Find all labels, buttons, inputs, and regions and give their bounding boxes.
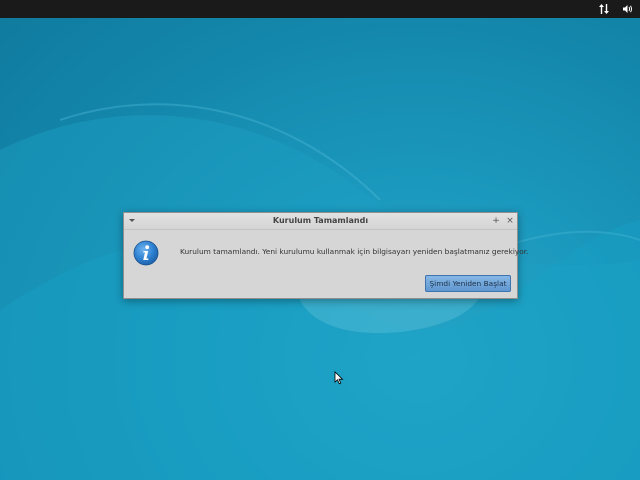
dialog-message: Kurulum tamamlandı. Yeni kurulumu kullan… (180, 247, 529, 256)
mouse-cursor-icon (334, 371, 344, 385)
top-panel (0, 0, 640, 18)
network-transfer-icon[interactable] (596, 1, 612, 17)
pin-button[interactable]: + (490, 213, 502, 229)
restart-now-button[interactable]: Şimdi Yeniden Başlat (425, 275, 511, 292)
installation-complete-dialog: Kurulum Tamamlandı + × Kurulum tamamland… (123, 212, 529, 299)
dialog-titlebar[interactable]: Kurulum Tamamlandı + × (124, 213, 517, 230)
desktop: Kurulum Tamamlandı + × Kurulum tamamland… (0, 0, 640, 480)
volume-icon[interactable] (620, 1, 636, 17)
dialog-title: Kurulum Tamamlandı (272, 216, 369, 225)
info-icon (133, 240, 159, 266)
close-button[interactable]: × (504, 213, 516, 229)
